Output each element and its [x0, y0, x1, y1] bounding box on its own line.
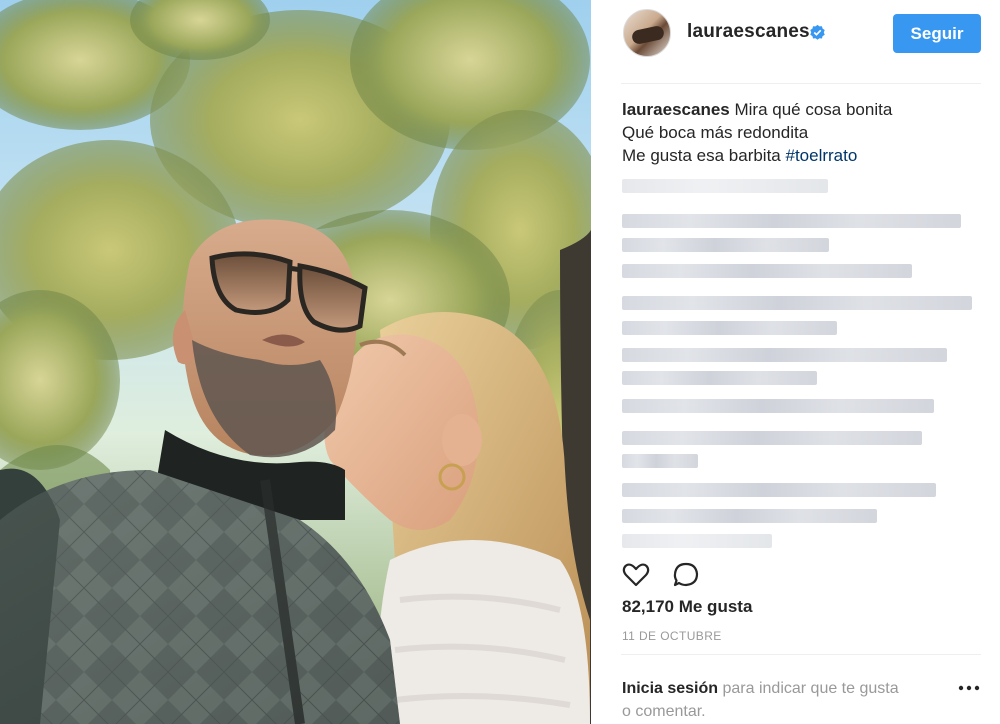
blurred-comment-line: [622, 483, 936, 497]
post-header: lauraescanes Seguir: [591, 0, 1000, 84]
comment-icon[interactable]: [671, 560, 701, 590]
more-options-icon[interactable]: [957, 684, 981, 692]
blurred-comment-line: [622, 534, 772, 548]
post-date[interactable]: 11 DE OCTUBRE: [622, 629, 722, 643]
login-prompt-text: para indicar que te gusta: [718, 680, 899, 697]
blurred-comment-line: [622, 371, 817, 385]
caption-line-3: Me gusta esa barbita: [622, 146, 786, 165]
header-divider: [621, 83, 981, 84]
hashtag-link[interactable]: #toelrrato: [785, 146, 857, 165]
blurred-comment-line: [622, 509, 877, 523]
blurred-comment-line: [622, 454, 698, 468]
follow-button[interactable]: Seguir: [893, 14, 981, 53]
header-username[interactable]: lauraescanes: [687, 21, 810, 43]
caption-line-1: Mira qué cosa bonita: [734, 100, 893, 119]
post-photo[interactable]: [0, 0, 591, 724]
login-prompt: Inicia sesión para indicar que te gusta …: [622, 677, 962, 723]
blurred-comment-line: [622, 179, 828, 193]
heart-icon[interactable]: [621, 560, 651, 590]
blurred-comment-line: [622, 238, 829, 252]
blurred-comment-line: [622, 321, 837, 335]
post-caption: lauraescanes Mira qué cosa bonita Qué bo…: [622, 98, 967, 167]
verified-icon: [810, 24, 825, 40]
blurred-comment-line: [622, 431, 922, 445]
blurred-comment-line: [622, 214, 961, 228]
login-link[interactable]: Inicia sesión: [622, 680, 718, 697]
blurred-comment-line: [622, 296, 972, 310]
comment-prompt-text: o comentar.: [622, 703, 706, 720]
blurred-comment-line: [622, 399, 934, 413]
post-actions: [621, 560, 741, 590]
avatar[interactable]: [623, 9, 671, 57]
caption-username[interactable]: lauraescanes: [622, 100, 730, 119]
blurred-comment-line: [622, 348, 947, 362]
likes-count[interactable]: 82,170 Me gusta: [622, 597, 752, 617]
blurred-comment-line: [622, 264, 912, 278]
post-sidebar: lauraescanes Seguir lauraescanes Mira qu…: [591, 0, 1000, 724]
footer-divider: [621, 654, 981, 655]
caption-line-2: Qué boca más redondita: [622, 123, 809, 142]
